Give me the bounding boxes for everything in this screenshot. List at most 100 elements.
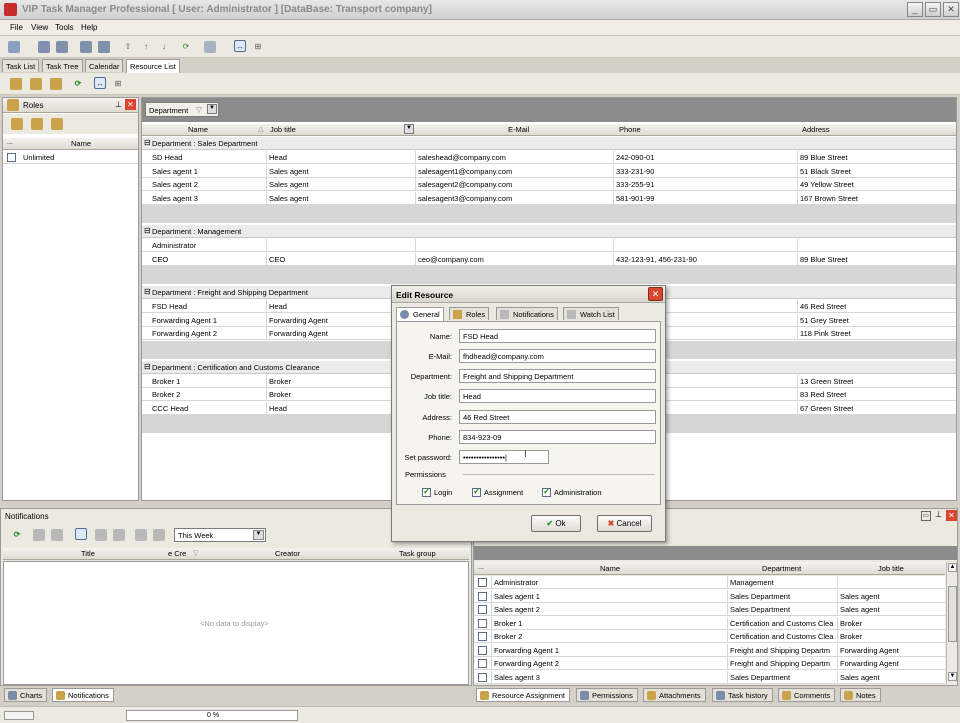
address-field[interactable]: 46 Red Street: [459, 410, 656, 424]
user-icon[interactable]: [10, 78, 22, 90]
refresh-icon[interactable]: ⟳: [11, 529, 23, 541]
tab-notifications[interactable]: Notifications: [52, 688, 114, 702]
columns-icon[interactable]: ⊞: [112, 78, 124, 90]
period-select[interactable]: This Week ▼: [174, 528, 266, 542]
assignment-checkbox[interactable]: [472, 486, 481, 497]
tab-resource-assignment[interactable]: Resource Assignment: [476, 688, 570, 702]
close-icon[interactable]: ✕: [125, 99, 136, 110]
mail-delete-icon[interactable]: [51, 529, 63, 541]
arrow-up-icon[interactable]: ↑: [140, 41, 152, 53]
refresh-icon[interactable]: ⟳: [180, 41, 192, 53]
close-window-button[interactable]: ✕: [943, 2, 959, 17]
collapse-icon[interactable]: ⊟: [144, 226, 151, 235]
col-department[interactable]: Department: [762, 564, 801, 573]
col-dots[interactable]: ...: [7, 139, 13, 146]
table-row[interactable]: SD Head Head saleshead@company.com 242-090-…: [142, 151, 956, 164]
administration-checkbox[interactable]: [542, 486, 551, 497]
filter-dropdown-icon[interactable]: ▼: [404, 124, 414, 134]
col-name[interactable]: Name: [600, 564, 620, 573]
assign-checkbox[interactable]: [478, 605, 487, 614]
user-add-icon[interactable]: [80, 41, 92, 53]
email-field[interactable]: fhdhead@company.com: [459, 349, 656, 363]
cancel-button[interactable]: ✖ Cancel: [597, 515, 652, 532]
role-delete-icon[interactable]: [51, 118, 63, 130]
group-row[interactable]: ⊟ Department : Management: [142, 225, 956, 238]
col-title[interactable]: Title: [81, 549, 95, 558]
dialog-tab-roles[interactable]: Roles: [449, 307, 490, 320]
assign-checkbox[interactable]: [478, 618, 487, 628]
scroll-thumb[interactable]: [948, 586, 957, 642]
tab-charts[interactable]: Charts: [4, 688, 48, 702]
col-creator[interactable]: Creator: [275, 549, 300, 558]
assign-checkbox[interactable]: [478, 578, 487, 587]
dialog-close-button[interactable]: ✕: [648, 287, 663, 301]
col-header-email[interactable]: E-Mail: [508, 125, 529, 134]
restore-icon[interactable]: ▭: [921, 511, 931, 521]
dialog-tab-notifications[interactable]: Notifications: [496, 307, 558, 320]
assign-checkbox[interactable]: [478, 632, 487, 641]
tab-resource-list[interactable]: Resource List: [126, 59, 180, 73]
collapse-icon[interactable]: ⊟: [144, 287, 151, 296]
menu-tools[interactable]: Tools: [55, 23, 74, 32]
table-row[interactable]: Forwarding Agent 1 Freight and Shipping D…: [474, 643, 945, 657]
list-item[interactable]: Unlimited: [3, 151, 138, 164]
mail-icon[interactable]: [33, 529, 45, 541]
table-row[interactable]: Sales agent 3 Sales agent salesagent3@comp…: [142, 191, 956, 205]
minimize-button[interactable]: _: [907, 2, 923, 17]
collapse-icon[interactable]: ⊟: [144, 362, 151, 371]
col-task-group[interactable]: Task group: [399, 549, 436, 558]
job-title-field[interactable]: Head: [459, 389, 656, 403]
scroll-down-icon[interactable]: ▼: [948, 672, 957, 681]
user-remove-icon[interactable]: [56, 41, 68, 53]
tab-task-tree[interactable]: Task Tree: [42, 59, 83, 72]
tab-comments[interactable]: Comments: [778, 688, 836, 702]
col-name[interactable]: Name: [71, 139, 91, 148]
menu-help[interactable]: Help: [81, 23, 97, 32]
arrow-down-icon[interactable]: ↓: [158, 41, 170, 53]
role-checkbox[interactable]: [7, 153, 16, 162]
collapse-icon[interactable]: ⊟: [144, 138, 151, 147]
refresh-icon[interactable]: ⟳: [72, 78, 84, 90]
table-row[interactable]: Sales agent 3 Sales Department Sales agent: [474, 670, 945, 684]
col-header-address[interactable]: Address: [802, 125, 830, 134]
filter-icon[interactable]: [204, 41, 216, 53]
table-row[interactable]: Sales agent 2 Sales Department Sales agent: [474, 603, 945, 616]
dialog-tab-general[interactable]: General: [396, 307, 444, 321]
columns-icon[interactable]: ⊞: [252, 41, 264, 53]
role-edit-icon[interactable]: [31, 118, 43, 130]
group-by-chip[interactable]: Department ▽ ▼: [145, 102, 219, 117]
fit-columns-icon[interactable]: ↔: [234, 40, 246, 52]
pin-icon[interactable]: ⊥: [115, 100, 122, 109]
table-row[interactable]: Sales agent 1 Sales agent salesagent1@comp…: [142, 164, 956, 178]
col-header-job-title[interactable]: Job title: [270, 125, 296, 134]
table-row[interactable]: Sales agent 2 Sales agent salesagent2@comp…: [142, 178, 956, 191]
table-row[interactable]: Forwarding Agent 2 Freight and Shipping D…: [474, 657, 945, 670]
vertical-scrollbar[interactable]: ▲ ▼: [946, 562, 957, 684]
tab-attachments[interactable]: Attachments: [643, 688, 706, 702]
settings-icon[interactable]: [8, 41, 20, 53]
maximize-button[interactable]: ▭: [925, 2, 941, 17]
pin-icon[interactable]: ⊥: [935, 510, 942, 519]
tab-task-list[interactable]: Task List: [2, 59, 40, 72]
col-dots[interactable]: ...: [478, 564, 484, 571]
name-field[interactable]: FSD Head: [459, 329, 656, 343]
table-row[interactable]: CEO CEO ceo@company.com 432-123-91, 456-231…: [142, 252, 956, 266]
list-icon[interactable]: [113, 529, 125, 541]
col-header-name[interactable]: Name: [188, 125, 208, 134]
table-row[interactable]: Administrator Management: [474, 576, 945, 589]
fit-columns-icon[interactable]: ↔: [94, 77, 106, 89]
password-field[interactable]: ••••••••••••••••|: [459, 450, 549, 464]
user-delete-icon[interactable]: [50, 78, 62, 90]
chevron-down-icon[interactable]: ▼: [207, 104, 217, 114]
user-edit-icon[interactable]: [98, 41, 110, 53]
assign-checkbox[interactable]: [478, 659, 487, 668]
phone-field[interactable]: 834-923-09: [459, 430, 656, 444]
menu-file[interactable]: File: [10, 23, 23, 32]
table-row[interactable]: Broker 1 Certification and Customs Clea Br…: [474, 616, 945, 630]
group-row[interactable]: ⊟ Department : Sales Department: [142, 137, 956, 150]
chevron-down-icon[interactable]: ▼: [253, 530, 264, 540]
col-job-title[interactable]: Job title: [878, 564, 904, 573]
hand-icon[interactable]: [153, 529, 165, 541]
move-up-icon[interactable]: ⇧: [122, 41, 134, 53]
department-field[interactable]: Freight and Shipping Department: [459, 369, 656, 383]
